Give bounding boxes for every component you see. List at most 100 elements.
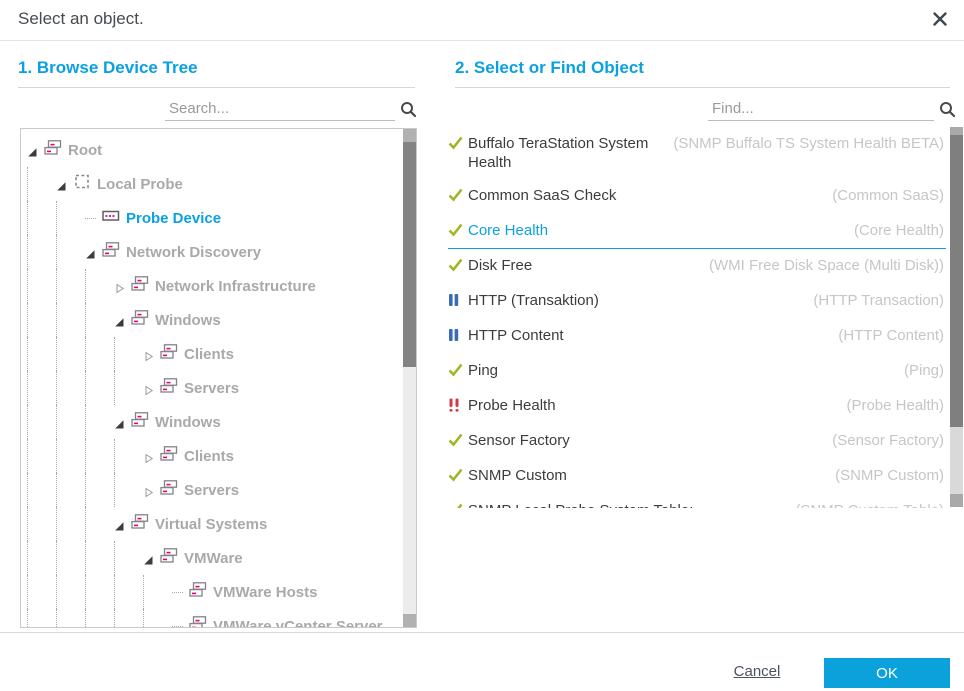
tree-node-label[interactable]: VMWare — [184, 550, 243, 567]
group-icon — [44, 140, 62, 160]
tree-node[interactable]: Network Discovery — [27, 235, 416, 269]
object-list-item[interactable]: Sensor Factory(Sensor Factory) — [448, 424, 946, 459]
object-name[interactable]: SNMP Custom — [468, 466, 827, 485]
object-name[interactable]: Buffalo TeraStation System Health — [468, 134, 665, 172]
tree-node[interactable]: Clients — [27, 439, 416, 473]
cancel-button[interactable]: Cancel — [728, 663, 786, 680]
object-name[interactable]: Core Health — [468, 221, 846, 240]
tree-guide-line — [85, 405, 114, 439]
tree-node[interactable]: Clients — [27, 337, 416, 371]
object-name[interactable]: SNMP Local Probe System Table: hrDiskSto… — [468, 501, 787, 508]
tree-node[interactable]: Servers — [27, 371, 416, 405]
probe-icon — [73, 174, 91, 194]
list-scrollbar[interactable] — [950, 127, 963, 507]
tree-node[interactable]: Local Probe — [27, 167, 416, 201]
collapse-toggle-icon[interactable] — [114, 417, 125, 428]
tree-node[interactable]: Windows — [27, 303, 416, 337]
tree-scrollbar-thumb[interactable] — [403, 142, 416, 367]
object-list-item[interactable]: Ping(Ping) — [448, 354, 946, 389]
dialog-titlebar: Select an object. — [0, 0, 964, 41]
find-icon[interactable] — [939, 101, 956, 118]
object-type: (Common SaaS) — [832, 186, 944, 205]
expand-toggle-icon[interactable] — [143, 349, 154, 360]
tree-guide-line — [27, 167, 56, 201]
collapse-toggle-icon[interactable] — [85, 247, 96, 258]
object-list-item[interactable]: SNMP Custom(SNMP Custom) — [448, 459, 946, 494]
pause-icon — [448, 291, 468, 312]
search-input[interactable] — [165, 97, 395, 121]
tree-guide-line — [56, 405, 85, 439]
search-icon[interactable] — [400, 101, 417, 118]
device-tree: Root Local Probe Probe Device Network Disco… — [20, 128, 417, 628]
tree-node-label[interactable]: Clients — [184, 346, 234, 363]
tree-node-label[interactable]: Windows — [155, 414, 221, 431]
tree-guide-line — [114, 609, 143, 628]
object-list-item[interactable]: SNMP Local Probe System Table: hrDiskSto… — [448, 494, 946, 508]
object-name[interactable]: Common SaaS Check — [468, 186, 824, 205]
tree-guide-line — [85, 269, 114, 303]
tree-guide-line — [56, 541, 85, 575]
ok-button[interactable]: OK — [824, 658, 950, 688]
tree-guide-line — [85, 473, 114, 507]
tree-node-label[interactable]: Windows — [155, 312, 221, 329]
expand-toggle-icon[interactable] — [143, 383, 154, 394]
tree-guide-line — [114, 371, 143, 405]
object-name[interactable]: HTTP Content — [468, 326, 830, 345]
check-icon — [448, 134, 468, 155]
tree-node-label[interactable]: Servers — [184, 482, 239, 499]
tree-node-label[interactable]: VMWare vCenter Server — [213, 618, 383, 629]
tree-node[interactable]: Network Infrastructure — [27, 269, 416, 303]
object-list-item[interactable]: Disk Free(WMI Free Disk Space (Multi Dis… — [448, 249, 946, 284]
tree-node[interactable]: VMWare — [27, 541, 416, 575]
tree-guide-line — [27, 507, 56, 541]
expand-toggle-icon[interactable] — [143, 451, 154, 462]
tree-node[interactable]: Windows — [27, 405, 416, 439]
collapse-toggle-icon[interactable] — [114, 519, 125, 530]
tree-guide-line — [27, 439, 56, 473]
list-scrollbar-thumb[interactable] — [950, 135, 963, 427]
object-name[interactable]: Probe Health — [468, 396, 838, 415]
tree-node-label[interactable]: Clients — [184, 448, 234, 465]
object-list-item[interactable]: HTTP (Transaktion)(HTTP Transaction) — [448, 284, 946, 319]
tree-node[interactable]: Virtual Systems — [27, 507, 416, 541]
collapse-toggle-icon[interactable] — [114, 315, 125, 326]
tree-connector — [172, 592, 183, 593]
tree-node-label[interactable]: Servers — [184, 380, 239, 397]
object-list-item[interactable]: HTTP Content(HTTP Content) — [448, 319, 946, 354]
group-icon — [160, 344, 178, 364]
tree-guide-line — [85, 371, 114, 405]
tree-node-label[interactable]: VMWare Hosts — [213, 584, 317, 601]
tree-scrollbar[interactable] — [403, 129, 416, 627]
tree-node[interactable]: Root — [27, 133, 416, 167]
object-list-item[interactable]: Common SaaS Check (Common SaaS) — [448, 179, 946, 214]
object-list-item[interactable]: Core Health(Core Health) — [448, 214, 946, 249]
object-name[interactable]: Ping — [468, 361, 896, 380]
tree-guide-line — [56, 575, 85, 609]
group-icon — [189, 582, 207, 602]
tree-guide-line — [114, 575, 143, 609]
object-list-item[interactable]: Buffalo TeraStation System Health(SNMP B… — [448, 127, 946, 179]
tree-node-label[interactable]: Network Infrastructure — [155, 278, 316, 295]
tree-node-label[interactable]: Probe Device — [126, 210, 221, 227]
object-name[interactable]: Disk Free — [468, 256, 701, 275]
tree-guide-line — [143, 575, 172, 609]
object-list-item[interactable]: Probe Health(Probe Health) — [448, 389, 946, 424]
object-name[interactable]: Sensor Factory — [468, 431, 824, 450]
warning-icon — [448, 396, 468, 417]
tree-node-label[interactable]: Virtual Systems — [155, 516, 267, 533]
tree-node-label[interactable]: Local Probe — [97, 176, 183, 193]
tree-node[interactable]: VMWare vCenter Server — [27, 609, 416, 628]
expand-toggle-icon[interactable] — [114, 281, 125, 292]
tree-node-label[interactable]: Root — [68, 142, 102, 159]
collapse-toggle-icon[interactable] — [27, 145, 38, 156]
tree-node-label[interactable]: Network Discovery — [126, 244, 261, 261]
tree-node[interactable]: Servers — [27, 473, 416, 507]
close-icon[interactable] — [932, 11, 948, 27]
collapse-toggle-icon[interactable] — [143, 553, 154, 564]
find-input[interactable] — [708, 97, 934, 121]
expand-toggle-icon[interactable] — [143, 485, 154, 496]
tree-node[interactable]: VMWare Hosts — [27, 575, 416, 609]
collapse-toggle-icon[interactable] — [56, 179, 67, 190]
object-name[interactable]: HTTP (Transaktion) — [468, 291, 805, 310]
tree-node[interactable]: Probe Device — [27, 201, 416, 235]
